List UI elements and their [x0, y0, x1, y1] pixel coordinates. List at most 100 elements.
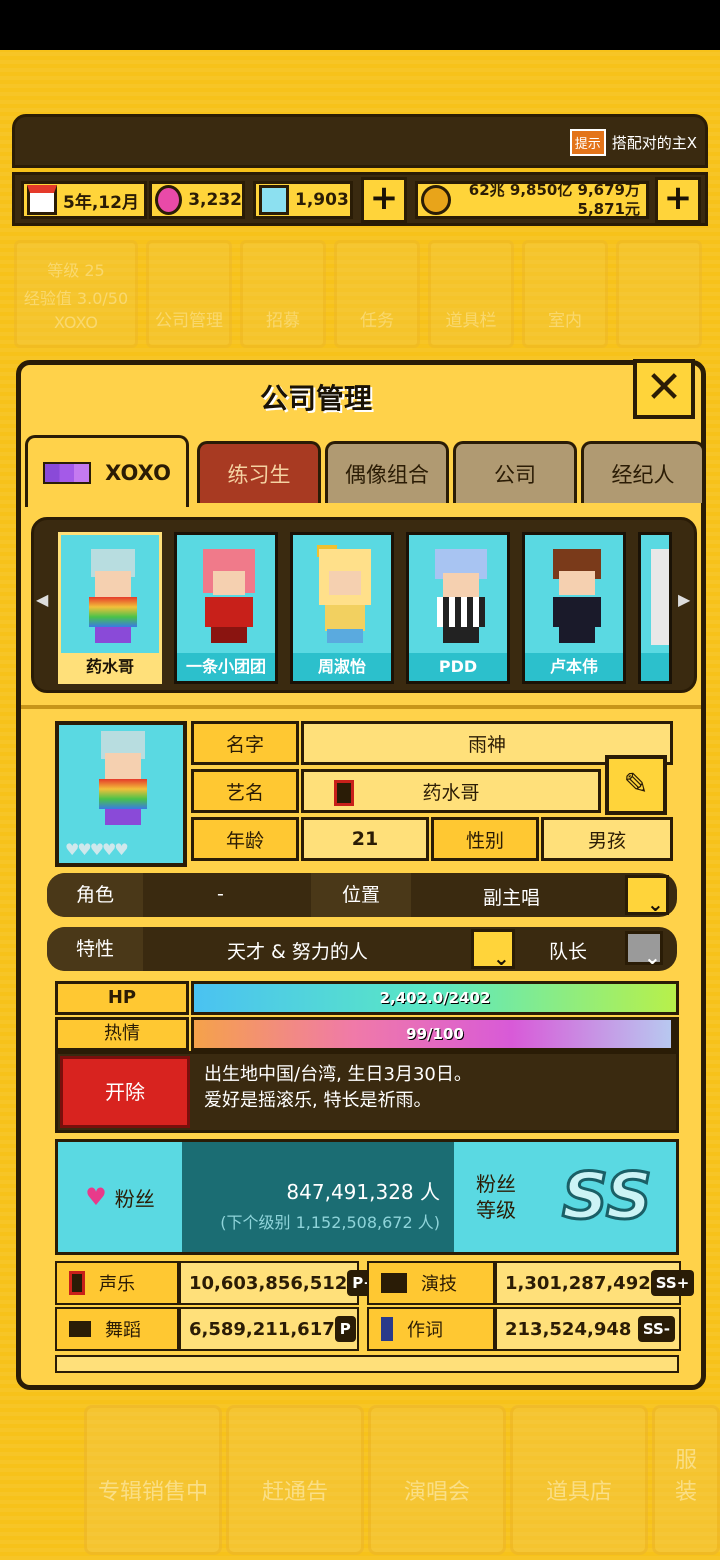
stat-value-cell: 1,301,287,492 SS+	[495, 1261, 695, 1305]
microphone-icon	[69, 1271, 85, 1295]
menu-company-label: 公司管理	[155, 311, 223, 331]
bio-line: 出生地中国/台湾, 生日3月30日。	[204, 1064, 472, 1085]
trait-dropdown-button[interactable]: ⌄	[471, 929, 515, 970]
camera-icon	[381, 1273, 407, 1293]
nav-costume: 服装	[652, 1405, 720, 1555]
rank-badge: P	[334, 1316, 356, 1342]
fans-panel: ♥ 粉丝 847,491,328 人 (下个级别 1,152,508,672 人…	[55, 1139, 679, 1255]
member-name: 一条小团团	[177, 653, 275, 681]
add-gems-button[interactable]: +	[361, 177, 407, 223]
stat-name: 作词	[367, 1307, 495, 1351]
tab-trainees[interactable]: 练习生	[197, 441, 321, 503]
pencil-icon: ✎	[623, 767, 649, 802]
hp-label: HP	[55, 981, 189, 1015]
passion-bar: 热情 99/100	[55, 1017, 679, 1051]
pink-gem-icon	[155, 185, 183, 215]
rank-badge: SS+	[650, 1270, 695, 1296]
member-card[interactable]: 卢本伟	[522, 532, 626, 684]
fans-count: 847,491,328 人	[286, 1180, 440, 1204]
nav-label: 赶通告	[261, 1480, 328, 1505]
role-value: -	[217, 883, 224, 905]
fans-count-cell: 847,491,328 人 (下个级别 1,152,508,672 人)	[182, 1142, 454, 1252]
close-button[interactable]: ✕	[633, 359, 695, 419]
leader-label: 队长	[549, 941, 588, 963]
member-card-partial[interactable]	[638, 532, 672, 684]
member-roster[interactable]: ◀ 药水哥 一条小团团 周淑怡 PDD 卢本伟 ▶	[31, 517, 697, 693]
heart-icon: ♥	[85, 1183, 107, 1211]
tab-group-xoxo[interactable]: XOXO	[25, 435, 189, 507]
bio-text: 出生地中国/台湾, 生日3月30日。 爱好是摇滚乐, 特长是祈雨。	[204, 1062, 472, 1114]
menu-mail	[616, 240, 702, 348]
tab-bar: XOXO 练习生 偶像组合 公司 经纪人	[25, 435, 705, 507]
hint[interactable]: 提示 搭配对的主X	[569, 129, 697, 156]
leader-toggle[interactable]: ⌄	[625, 931, 663, 969]
bottom-nav: 专辑销售中 赶通告 演唱会 道具店 服装	[0, 1395, 720, 1560]
passion-label: 热情	[55, 1017, 189, 1051]
member-card[interactable]: 药水哥	[58, 532, 162, 684]
member-card[interactable]: PDD	[406, 532, 510, 684]
chevron-down-icon: ⌄	[493, 946, 510, 970]
stat-lyrics: 作词 213,524,948 SS-	[367, 1307, 681, 1351]
level-value: 25	[84, 260, 105, 280]
stat-value: 10,603,856,512	[189, 1272, 348, 1294]
member-card[interactable]: 周淑怡	[290, 532, 394, 684]
scroll-left-icon[interactable]: ◀	[36, 590, 48, 609]
stat-name: 声乐	[55, 1261, 179, 1305]
group-icon	[43, 461, 92, 484]
date-display: 5年,12月	[21, 181, 147, 219]
divider	[21, 705, 701, 709]
resource-bar: 5年,12月 3,232 1,903 + 62兆 9,850亿 9,679万 5…	[12, 172, 708, 226]
hint-text: 搭配对的主X	[611, 134, 697, 152]
stat-value-cell: 213,524,948 SS-	[495, 1307, 681, 1351]
pen-icon	[381, 1317, 393, 1341]
hint-badge: 提示	[569, 129, 606, 156]
menu-tasks: 任务	[334, 240, 420, 348]
group-name: XOXO	[53, 312, 99, 332]
stat-value: 1,301,287,492	[505, 1272, 651, 1294]
bio-box: 开除 出生地中国/台湾, 生日3月30日。 爱好是摇滚乐, 特长是祈雨。	[55, 1051, 679, 1133]
tab-idol-groups[interactable]: 偶像组合	[325, 441, 449, 503]
fans-label-cell: ♥ 粉丝	[58, 1142, 182, 1252]
hp-track: 2,402.0/2402	[191, 981, 679, 1015]
tab-company[interactable]: 公司	[453, 441, 577, 503]
member-card[interactable]: 一条小团团	[174, 532, 278, 684]
background-menu: 等级 25 经验值 3.0/50 XOXO 公司管理 招募 任务 道具栏 室内	[14, 240, 710, 352]
add-money-button[interactable]: +	[655, 177, 701, 223]
nav-label: 道具店	[545, 1480, 612, 1505]
coin-icon	[421, 185, 451, 215]
tab-managers[interactable]: 经纪人	[581, 441, 705, 503]
stat-name: 演技	[367, 1261, 495, 1305]
date-text: 5年,12月	[63, 192, 139, 213]
status-bar	[0, 0, 720, 50]
fans-label: 粉丝	[114, 1186, 155, 1211]
tab-trainees-label: 练习生	[227, 462, 291, 487]
level-tile: 等级 25 经验值 3.0/50 XOXO	[14, 240, 138, 348]
rank-badge: SS-	[637, 1316, 675, 1342]
edit-button[interactable]: ✎	[605, 755, 667, 815]
hp-bar: HP 2,402.0/2402	[55, 981, 679, 1015]
tab-group-label: XOXO	[105, 460, 171, 485]
position-dropdown-button[interactable]: ⌄	[625, 875, 669, 916]
menu-recruit: 招募	[240, 240, 326, 348]
menu-interior-label: 室内	[548, 311, 582, 331]
stat-label: 作词	[407, 1320, 443, 1341]
role-row: 角色 - 位置 副主唱 ⌄	[47, 873, 677, 917]
nav-album-sales: 专辑销售中	[84, 1405, 222, 1555]
blue-gem-icon	[259, 185, 289, 215]
stat-label: 声乐	[99, 1274, 135, 1295]
scroll-right-icon[interactable]: ▶	[678, 590, 690, 609]
fire-button[interactable]: 开除	[60, 1056, 190, 1128]
tab-company-label: 公司	[494, 462, 536, 487]
age-label: 年龄	[191, 817, 299, 861]
bio-line: 爱好是摇滚乐, 特长是祈雨。	[204, 1090, 432, 1111]
stats-overflow[interactable]	[55, 1355, 679, 1373]
hp-text: 2,402.0/2402	[379, 989, 491, 1007]
panel-title: 公司管理	[259, 382, 372, 415]
avatar	[315, 545, 373, 645]
tab-managers-label: 经纪人	[611, 462, 675, 487]
avatar	[83, 549, 141, 645]
menu-interior: 室内	[522, 240, 608, 348]
money-display: 62兆 9,850亿 9,679万 5,871元	[415, 181, 649, 219]
blue-gem-display: 1,903	[253, 181, 353, 219]
stat-value: 213,524,948	[505, 1318, 632, 1340]
